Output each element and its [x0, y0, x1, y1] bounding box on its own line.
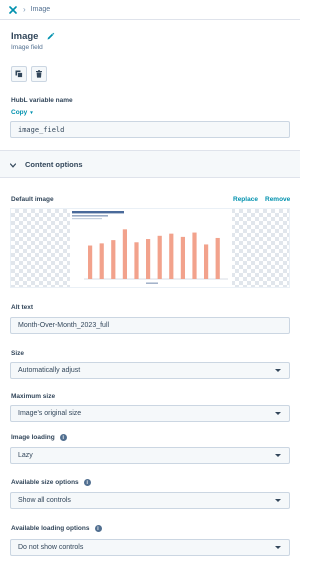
- clone-button[interactable]: [11, 66, 27, 82]
- remove-link[interactable]: Remove: [265, 196, 290, 203]
- trash-icon: [35, 65, 43, 83]
- default-image-preview: [10, 208, 290, 288]
- field-title-row: Image: [11, 31, 55, 42]
- loading-options-label: Available loading options i: [11, 525, 102, 532]
- size-value: Automatically adjust: [18, 367, 81, 374]
- copy-label: Copy: [11, 109, 28, 116]
- alt-text-field[interactable]: Month-Over-Month_2023_full: [10, 317, 290, 334]
- chevron-down-icon: [9, 155, 17, 173]
- info-icon[interactable]: i: [94, 525, 102, 532]
- thumbnail-bar: [215, 237, 220, 279]
- thumbnail-bar: [180, 236, 185, 279]
- hubl-variable-value: image_field: [18, 125, 65, 134]
- breadcrumb-current: Image: [30, 6, 51, 13]
- default-image-label: Default image: [11, 196, 54, 203]
- alt-text-value: Month-Over-Month_2023_full: [18, 322, 110, 329]
- copy-dropdown[interactable]: Copy ▾: [11, 109, 33, 116]
- size-options-value: Show all controls: [18, 497, 71, 504]
- content-options-title: Content options: [25, 159, 83, 169]
- chevron-down-icon: ▾: [30, 109, 33, 116]
- max-size-label: Maximum size: [11, 393, 56, 400]
- chart-thumbnail: [70, 209, 232, 287]
- dropdown-arrow-icon: [275, 546, 281, 549]
- dropdown-arrow-icon: [275, 454, 281, 457]
- image-loading-select[interactable]: Lazy: [10, 447, 290, 464]
- thumbnail-bar: [146, 239, 151, 279]
- size-options-label-text: Available size options: [11, 479, 79, 486]
- thumbnail-bar: [88, 245, 93, 279]
- thumbnail-bar: [157, 235, 162, 279]
- breadcrumb: › Image: [0, 0, 300, 20]
- info-icon[interactable]: i: [83, 479, 91, 486]
- thumbnail-bar: [192, 232, 197, 279]
- thumbnail-bar: [169, 233, 174, 279]
- loading-options-select[interactable]: Do not show controls: [10, 539, 290, 556]
- delete-button[interactable]: [31, 66, 47, 82]
- loading-options-label-text: Available loading options: [11, 525, 90, 532]
- thumbnail-bar: [204, 244, 209, 279]
- dropdown-arrow-icon: [275, 369, 281, 372]
- size-label: Size: [11, 350, 25, 357]
- chevron-right-icon: ›: [23, 5, 26, 14]
- pencil-icon[interactable]: [46, 32, 55, 41]
- close-icon[interactable]: [8, 5, 18, 15]
- thumbnail-bar: [134, 242, 139, 279]
- image-loading-label: Image loading i: [11, 434, 67, 441]
- info-icon[interactable]: i: [59, 434, 67, 441]
- thumbnail-bar: [111, 240, 116, 279]
- max-size-value: Image's original size: [18, 410, 82, 417]
- clone-icon: [15, 65, 23, 83]
- size-select[interactable]: Automatically adjust: [10, 362, 290, 379]
- page-subtitle: Image field: [11, 44, 43, 51]
- dropdown-arrow-icon: [275, 412, 281, 415]
- hubl-variable-field[interactable]: image_field: [10, 121, 290, 138]
- alt-text-label: Alt text: [11, 304, 34, 311]
- loading-options-value: Do not show controls: [18, 544, 84, 551]
- hubl-label: HubL variable name: [11, 97, 73, 104]
- content-options-header[interactable]: Content options: [0, 150, 300, 178]
- dropdown-arrow-icon: [275, 499, 281, 502]
- replace-link[interactable]: Replace: [233, 196, 258, 203]
- size-options-label: Available size options i: [11, 479, 91, 486]
- image-loading-value: Lazy: [18, 452, 33, 459]
- thumbnail-bar: [122, 229, 127, 279]
- max-size-select[interactable]: Image's original size: [10, 405, 290, 422]
- thumbnail-bar: [99, 243, 104, 279]
- page-title: Image: [11, 31, 39, 42]
- image-loading-label-text: Image loading: [11, 434, 55, 441]
- size-options-select[interactable]: Show all controls: [10, 492, 290, 509]
